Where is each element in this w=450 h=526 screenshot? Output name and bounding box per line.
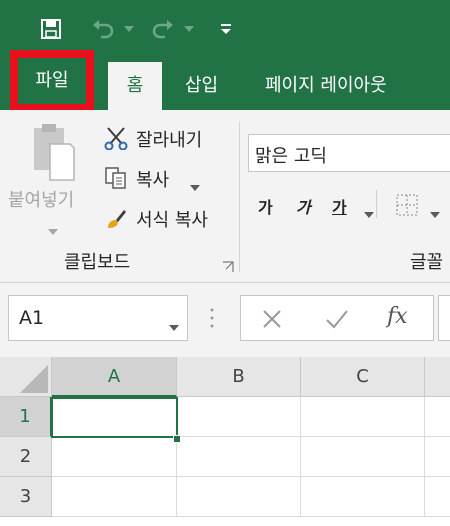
dialog-launcher-icon[interactable] [222, 258, 234, 277]
clipboard-icon [30, 122, 76, 186]
font-name-value: 맑은 고딕 [255, 146, 327, 167]
copy-icon [104, 166, 128, 194]
paste-dropdown-icon[interactable] [48, 220, 58, 239]
format-painter-button[interactable]: 서식 복사 [104, 204, 234, 232]
undo-dropdown-icon[interactable] [122, 14, 136, 44]
tab-file[interactable]: 파일 [10, 50, 94, 112]
format-painter-label: 서식 복사 [136, 210, 208, 231]
row-header-2[interactable]: 2 [0, 437, 52, 477]
italic-button[interactable]: 가 [296, 194, 311, 218]
column-header-a[interactable]: A [52, 357, 177, 397]
cancel-icon[interactable] [261, 308, 283, 334]
cell-b1[interactable] [177, 397, 301, 437]
cell-b2[interactable] [177, 437, 301, 477]
save-icon[interactable] [38, 14, 64, 44]
cell-c2[interactable] [301, 437, 425, 477]
tab-page-layout[interactable]: 페이지 레이아웃 [265, 62, 387, 110]
clipboard-group-label: 클립보드 [64, 252, 131, 273]
cut-button[interactable]: 잘라내기 [104, 124, 234, 152]
underline-button[interactable]: 가 [332, 194, 347, 218]
copy-label: 복사 [136, 170, 170, 191]
spreadsheet-grid: A B C 1 2 3 [0, 357, 450, 526]
font-group-label: 글꼴 [410, 252, 444, 273]
name-box-value: A1 [19, 307, 45, 329]
formula-bar-grip-icon[interactable] [210, 307, 214, 333]
active-cell-selection[interactable] [51, 397, 178, 438]
name-box[interactable]: A1 [8, 295, 188, 341]
bold-button[interactable]: 가 [258, 194, 273, 218]
underline-dropdown-icon[interactable] [364, 203, 374, 222]
cell-a3[interactable] [52, 477, 177, 517]
formula-buttons: fx [240, 295, 434, 341]
font-separator [376, 190, 377, 218]
enter-check-icon[interactable] [325, 308, 349, 334]
copy-button[interactable]: 복사 [104, 164, 234, 192]
cell-d3[interactable] [425, 477, 450, 517]
column-header-d[interactable] [425, 357, 450, 397]
redo-icon[interactable] [148, 14, 178, 44]
row-header-1[interactable]: 1 [0, 397, 52, 437]
row-header-3[interactable]: 3 [0, 477, 52, 517]
borders-dropdown-icon[interactable] [430, 203, 440, 222]
tab-home[interactable]: 홈 [108, 62, 162, 112]
tab-insert[interactable]: 삽입 [185, 62, 218, 110]
cell-b3[interactable] [177, 477, 301, 517]
cell-a2[interactable] [52, 437, 177, 477]
formula-bar: A1 fx [0, 283, 450, 357]
insert-function-button[interactable]: fx [387, 304, 408, 329]
copy-dropdown-icon[interactable] [190, 176, 200, 195]
paintbrush-icon [104, 206, 128, 234]
name-box-dropdown-icon[interactable] [169, 316, 179, 335]
cell-d1[interactable] [425, 397, 450, 437]
column-header-b[interactable]: B [177, 357, 301, 397]
fill-handle[interactable] [173, 435, 181, 443]
cell-d2[interactable] [425, 437, 450, 477]
paste-button[interactable]: 붙여넣기 [8, 122, 94, 222]
ribbon: 붙여넣기 잘라내기 복사 서식 복사 클립보드 맑은 고딕 가 가 가 글꼴 [0, 110, 450, 283]
select-all-button[interactable] [0, 357, 52, 397]
cell-c3[interactable] [301, 477, 425, 517]
redo-dropdown-icon[interactable] [182, 14, 196, 44]
customize-qat-icon[interactable] [218, 14, 234, 44]
tab-file-label: 파일 [35, 70, 69, 91]
borders-icon[interactable] [396, 194, 420, 220]
paste-label: 붙여넣기 [8, 190, 75, 211]
group-separator [239, 122, 240, 272]
font-name-input[interactable]: 맑은 고딕 [248, 134, 450, 172]
undo-icon[interactable] [88, 14, 118, 44]
cut-label: 잘라내기 [136, 130, 203, 151]
formula-input[interactable] [438, 295, 450, 341]
scissors-icon [104, 126, 128, 154]
cell-c1[interactable] [301, 397, 425, 437]
column-header-c[interactable]: C [301, 357, 425, 397]
